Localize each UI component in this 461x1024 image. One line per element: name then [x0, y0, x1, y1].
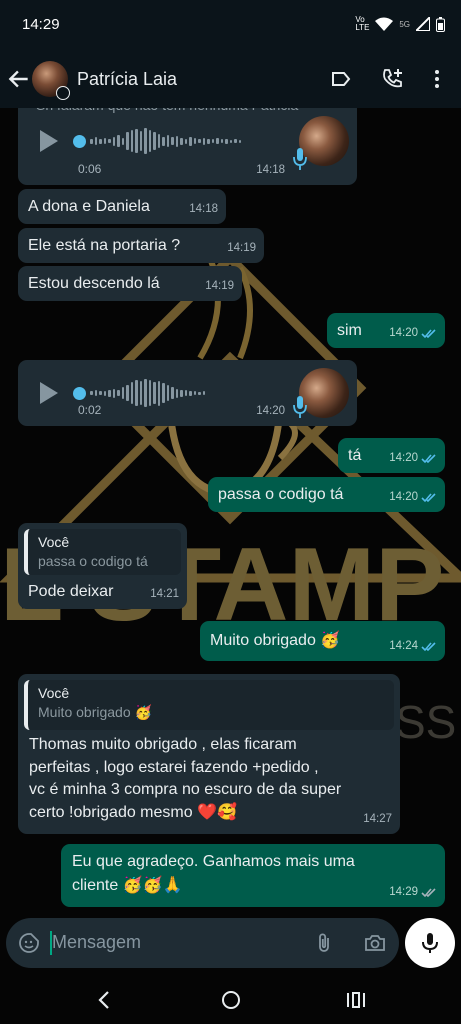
back-arrow-icon[interactable]: [6, 66, 32, 92]
outgoing-message[interactable]: tá 14:20: [338, 438, 445, 473]
mic-icon: [422, 933, 438, 953]
message-time: 14:19: [227, 242, 256, 254]
message-input-box[interactable]: Mensagem: [6, 918, 399, 968]
voice-duration: 0:06: [78, 162, 102, 176]
status-bar: 14:29 Vo LTE 5G: [0, 0, 461, 52]
more-options-icon[interactable]: [425, 67, 449, 91]
quoted-message[interactable]: Você Muito obrigado 🥳: [24, 680, 394, 730]
quote-author: Você: [38, 534, 70, 550]
add-call-icon[interactable]: [380, 67, 404, 91]
nav-recents-icon[interactable]: [346, 989, 366, 1011]
message-text: passa o codigo tá: [218, 486, 344, 503]
quote-text: passa o codigo tá: [38, 553, 148, 569]
reply-message[interactable]: Você passa o codigo tá Pode deixar 14:21: [18, 523, 187, 609]
message-text: Ele está na portaria ?: [28, 237, 181, 254]
message-text: tá: [348, 447, 362, 464]
nav-back-icon[interactable]: [96, 989, 112, 1011]
voice-waveform: [90, 378, 205, 408]
message-time: 14:24: [389, 640, 418, 652]
chat-header: Patrícia Laia: [0, 52, 461, 108]
incoming-message[interactable]: Estou descendo lá 14:19: [18, 266, 242, 301]
attach-icon[interactable]: [312, 931, 336, 955]
message-text: Pode deixar: [28, 583, 114, 600]
contact-name[interactable]: Patrícia Laia: [77, 69, 177, 90]
message-text: sim: [337, 322, 362, 339]
voice-message[interactable]: Sh falaram que não tem nenhuma Patricia …: [18, 108, 357, 185]
voice-seek-handle[interactable]: [73, 135, 86, 148]
message-time: 14:20: [256, 405, 285, 417]
sticker-icon[interactable]: [17, 931, 41, 955]
network-label: Vo LTE: [355, 15, 370, 32]
message-time: 14:29: [389, 886, 418, 898]
mic-icon: [293, 148, 307, 170]
message-text: Eu que agradeço. Ganhamos mais uma clien…: [72, 853, 355, 894]
label-icon[interactable]: [329, 67, 353, 91]
mic-icon: [293, 396, 307, 418]
status-time: 14:29: [22, 16, 60, 33]
outgoing-message[interactable]: Muito obrigado 🥳 14:24: [200, 621, 445, 661]
message-text: Thomas muito obrigado , elas ficaram per…: [29, 736, 342, 821]
play-icon[interactable]: [40, 382, 58, 404]
play-icon[interactable]: [40, 130, 58, 152]
message-time: 14:21: [150, 588, 179, 600]
outgoing-message[interactable]: sim 14:20: [327, 313, 445, 348]
reply-message[interactable]: Você Muito obrigado 🥳 Thomas muito obrig…: [18, 674, 400, 834]
composer-bar: Mensagem: [0, 918, 461, 978]
message-time: 14:20: [389, 452, 418, 464]
read-ticks-icon: [421, 328, 436, 338]
disappearing-timer-icon: [56, 86, 70, 100]
outgoing-message[interactable]: passa o codigo tá 14:20: [208, 477, 445, 512]
nav-home-icon[interactable]: [220, 989, 242, 1011]
message-time: 14:18: [189, 203, 218, 215]
wifi-icon: [375, 17, 394, 31]
quote-author: Você: [38, 685, 70, 701]
message-time: 14:19: [205, 280, 234, 292]
voice-waveform: [90, 126, 241, 156]
read-ticks-icon: [421, 453, 436, 463]
message-text: A dona e Daniela: [28, 198, 150, 215]
read-ticks-icon: [421, 887, 436, 897]
signal-label: 5G: [399, 19, 410, 29]
battery-icon: [436, 16, 445, 32]
message-time: 14:27: [363, 813, 392, 825]
voice-duration: 0:02: [78, 403, 102, 417]
message-list[interactable]: L'STAMP SS Sh falaram que não tem nenhum…: [0, 108, 461, 918]
outgoing-message[interactable]: Eu que agradeço. Ganhamos mais uma clien…: [61, 844, 445, 907]
voice-message[interactable]: 0:02 14:20: [18, 360, 357, 426]
quote-text: Muito obrigado 🥳: [38, 704, 152, 720]
signal-icon: [416, 17, 430, 31]
incoming-message[interactable]: A dona e Daniela 14:18: [18, 189, 226, 224]
message-text: Muito obrigado 🥳: [210, 632, 341, 649]
message-time: 14:20: [389, 327, 418, 339]
message-time: 14:18: [256, 164, 285, 176]
message-input[interactable]: Mensagem: [52, 932, 141, 953]
read-ticks-icon: [421, 492, 436, 502]
message-text: Estou descendo lá: [28, 275, 160, 292]
camera-icon[interactable]: [363, 931, 387, 955]
read-ticks-icon: [421, 641, 436, 651]
voice-record-button[interactable]: [405, 918, 455, 968]
svg-text:SS: SS: [395, 696, 456, 748]
message-time: 14:20: [389, 491, 418, 503]
system-nav-bar: [0, 978, 461, 1024]
quoted-message[interactable]: Você passa o codigo tá: [24, 529, 181, 575]
incoming-message[interactable]: Ele está na portaria ? 14:19: [18, 228, 264, 263]
status-icons: Vo LTE 5G: [355, 16, 445, 32]
